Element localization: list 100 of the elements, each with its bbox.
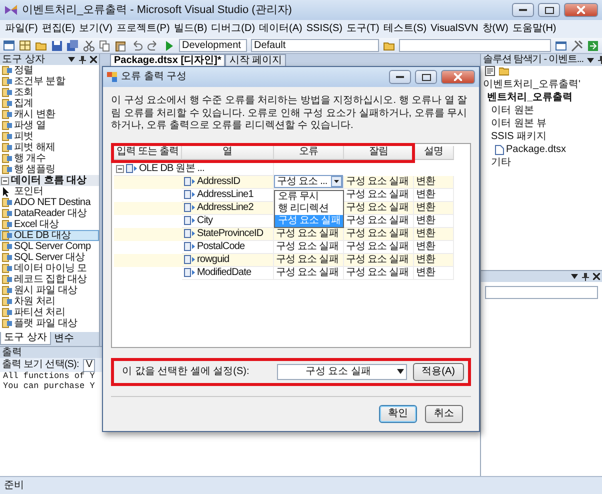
toolbox-item[interactable]: 차원 처리 bbox=[0, 296, 99, 307]
toolbox-item[interactable]: 파생 열 bbox=[0, 120, 99, 131]
component-icon bbox=[2, 242, 12, 251]
toolbox-item[interactable]: ADO NET Destina bbox=[0, 197, 99, 208]
description-text: 이 구성 요소에서 행 수준 오류를 처리하는 방법을 지정하십시오. 행 오류나 열 잘림 오류를 처리할 수 있습니다. 오류로 인해 구성 요소가 실패하거나, 오류를 무시하거나, 오류 출력으로 오류를 리디렉션할 수 있습니다. bbox=[111, 95, 468, 132]
toolbox-item[interactable]: 데이터 마이닝 모 bbox=[0, 263, 99, 274]
output-source-dropdown[interactable]: V bbox=[82, 358, 96, 372]
column-header[interactable]: 설명 bbox=[414, 146, 454, 160]
save-all-icon[interactable] bbox=[67, 40, 79, 52]
document-tab[interactable]: Package.dtsx [디자인]* bbox=[110, 54, 226, 66]
column-header[interactable]: 잘림 bbox=[344, 146, 414, 160]
caret-icon[interactable] bbox=[587, 58, 594, 62]
toolbox-item[interactable]: OLE DB 대상 bbox=[0, 230, 99, 241]
value-dropdown[interactable]: 구성 요소 실패 bbox=[276, 364, 407, 380]
menu-item[interactable]: 데이터(A) bbox=[257, 22, 304, 36]
toolbox-item[interactable]: 포인터 bbox=[0, 186, 99, 197]
toolbox-item[interactable]: SQL Server 대상 bbox=[0, 252, 99, 263]
grid-icon[interactable] bbox=[19, 40, 31, 52]
menu-item[interactable]: 테스트(S) bbox=[381, 22, 429, 36]
minimize-button[interactable] bbox=[512, 3, 534, 17]
toolbox-item[interactable]: 행 샘플링 bbox=[0, 164, 99, 175]
toolbox-item[interactable]: 조건부 분할 bbox=[0, 76, 99, 87]
window-icon[interactable] bbox=[3, 40, 15, 52]
menu-item[interactable]: SSIS(S) bbox=[304, 22, 345, 36]
toolbox-item[interactable]: 플랫 파일 대상 bbox=[0, 318, 99, 329]
menu-item[interactable]: 파일(F) bbox=[3, 22, 40, 36]
collapse-icon[interactable] bbox=[116, 164, 124, 172]
tree-item[interactable]: Package.dtsx bbox=[506, 144, 566, 156]
menu-item[interactable]: 편집(E) bbox=[40, 22, 78, 36]
arrow-icon[interactable] bbox=[587, 40, 599, 52]
collapse-icon[interactable] bbox=[1, 176, 9, 184]
tree-item[interactable]: 이터 원본 bbox=[491, 104, 534, 116]
toolbox-item[interactable]: 피벗 해제 bbox=[0, 142, 99, 153]
component-icon bbox=[2, 319, 12, 328]
close-button[interactable] bbox=[441, 70, 475, 84]
menu-item[interactable]: VisualSVN bbox=[428, 22, 480, 36]
table-row[interactable]: AddressID 구성 요소 ... 구성 요소 실패 변환 bbox=[114, 176, 454, 188]
window-icon[interactable] bbox=[555, 40, 567, 52]
configuration-dropdown[interactable]: Development bbox=[179, 39, 247, 52]
menu-item[interactable]: 디버그(D) bbox=[209, 22, 258, 36]
apply-button[interactable]: 적용(A) bbox=[412, 362, 464, 380]
maximize-button[interactable] bbox=[538, 3, 560, 17]
toolbox-item[interactable]: DataReader 대상 bbox=[0, 208, 99, 219]
properties-icon[interactable] bbox=[485, 66, 495, 76]
close-icon[interactable] bbox=[593, 273, 600, 280]
menu-item[interactable]: 도움말(H) bbox=[510, 22, 558, 36]
maximize-button[interactable] bbox=[415, 70, 437, 84]
menu-item[interactable]: 보기(V) bbox=[77, 22, 114, 36]
paste-icon[interactable] bbox=[115, 40, 127, 52]
panel-tab[interactable]: 변수 bbox=[50, 332, 77, 345]
toolbox-item[interactable]: 집계 bbox=[0, 98, 99, 109]
minimize-button[interactable] bbox=[389, 70, 411, 84]
toolbox-item[interactable]: 캐시 변환 bbox=[0, 109, 99, 120]
toolbox-item[interactable]: 조회 bbox=[0, 87, 99, 98]
toolbox-item[interactable]: SQL Server Comp bbox=[0, 241, 99, 252]
menu-item[interactable]: 도구(T) bbox=[344, 22, 382, 36]
table-row[interactable]: rowguid 구성 요소 실패 구성 요소 실패 변환 bbox=[114, 254, 454, 266]
toolbox-item[interactable]: 파티션 처리 bbox=[0, 307, 99, 318]
tools-icon[interactable] bbox=[571, 40, 583, 52]
tree-item[interactable]: SSIS 패키지 bbox=[491, 130, 547, 142]
toolbox-section[interactable]: 데이터 흐름 대상 bbox=[0, 175, 99, 186]
close-icon[interactable] bbox=[90, 56, 97, 63]
column-header[interactable]: 열 bbox=[182, 146, 274, 160]
toolbox-item[interactable]: 피벗 bbox=[0, 131, 99, 142]
panel-tab[interactable]: 도구 상자 bbox=[0, 332, 51, 345]
caret-icon[interactable] bbox=[68, 57, 75, 62]
document-tab[interactable]: 시작 페이지 bbox=[225, 54, 286, 66]
table-row[interactable]: StateProvinceID 구성 요소 실패 구성 요소 실패 변환 bbox=[114, 228, 454, 240]
dropdown-button[interactable] bbox=[331, 176, 342, 187]
dialog-button[interactable]: 확인 bbox=[379, 405, 417, 423]
menu-item[interactable]: 프로젝트(P) bbox=[114, 22, 172, 36]
table-row[interactable]: ModifiedDate 구성 요소 실패 구성 요소 실패 변환 bbox=[114, 266, 454, 280]
toolbox-item[interactable]: 행 개수 bbox=[0, 153, 99, 164]
column-header[interactable]: 오류 bbox=[274, 146, 344, 160]
tree-item[interactable]: 이터 원본 뷰 bbox=[491, 118, 547, 130]
undo-icon[interactable] bbox=[131, 40, 143, 52]
platform-dropdown[interactable]: Default bbox=[251, 39, 379, 52]
dropdown-option[interactable]: 오류 무시 bbox=[275, 190, 343, 202]
pin-icon[interactable] bbox=[582, 272, 589, 280]
scissors-icon[interactable] bbox=[83, 40, 95, 52]
pin-icon[interactable] bbox=[79, 56, 86, 64]
caret-icon[interactable] bbox=[571, 274, 578, 279]
redo-icon[interactable] bbox=[147, 40, 159, 52]
error-combo[interactable]: 구성 요소 ... bbox=[274, 175, 343, 188]
toolbox-item[interactable]: 원시 파일 대상 bbox=[0, 285, 99, 296]
tree-item[interactable]: 기타 bbox=[491, 156, 511, 168]
menu-item[interactable]: 창(W) bbox=[480, 22, 510, 36]
document-icon bbox=[495, 144, 504, 154]
tree-item[interactable]: 이벤트처리_오류출력' bbox=[483, 78, 580, 90]
toolbox-item[interactable]: 정렬 bbox=[0, 65, 99, 76]
toolbox-item[interactable]: 레코드 집합 대상 bbox=[0, 274, 99, 285]
toolbox-item[interactable]: Excel 대상 bbox=[0, 219, 99, 230]
close-button[interactable] bbox=[564, 3, 598, 17]
menu-item[interactable]: 빌드(B) bbox=[172, 22, 210, 36]
tree-item[interactable]: 벤트처리_오류출력 bbox=[487, 92, 573, 104]
dropdown-option[interactable]: 행 리디렉션 bbox=[275, 202, 343, 214]
save-icon[interactable] bbox=[51, 40, 63, 52]
copy-icon[interactable] bbox=[99, 40, 111, 52]
dialog-button[interactable]: 취소 bbox=[425, 405, 463, 423]
column-header[interactable]: 입력 또는 출력 bbox=[114, 146, 182, 160]
